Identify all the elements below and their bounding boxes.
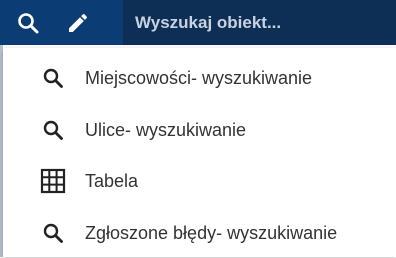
pencil-icon [69,13,88,32]
top-toolbar [0,0,396,45]
menu-item-label: Ulice- wyszukiwanie [85,119,247,140]
menu-item-miejscowosci[interactable]: Miejscowości- wyszukiwanie [3,53,396,103]
search-tool-button[interactable] [6,0,50,45]
search-icon [18,12,39,33]
search-icon [39,116,67,144]
menu-item-label: Zgłoszone błędy- wyszukiwanie [85,222,338,243]
menu-item-label: Miejscowości- wyszukiwanie [85,67,313,88]
search-input[interactable] [123,2,390,43]
menu-item-ulice[interactable]: Ulice- wyszukiwanie [3,105,396,155]
search-icon [39,219,67,247]
menu-item-zgloszone-bledy[interactable]: Zgłoszone błędy- wyszukiwanie [3,208,396,258]
table-icon [39,167,67,195]
menu-item-tabela[interactable]: Tabela [3,156,396,206]
search-dropdown-menu: Miejscowości- wyszukiwanie Ulice- wyszuk… [3,48,396,257]
search-box [123,0,396,45]
search-icon [39,64,67,92]
edit-tool-button[interactable] [56,0,100,45]
menu-item-label: Tabela [85,170,139,191]
